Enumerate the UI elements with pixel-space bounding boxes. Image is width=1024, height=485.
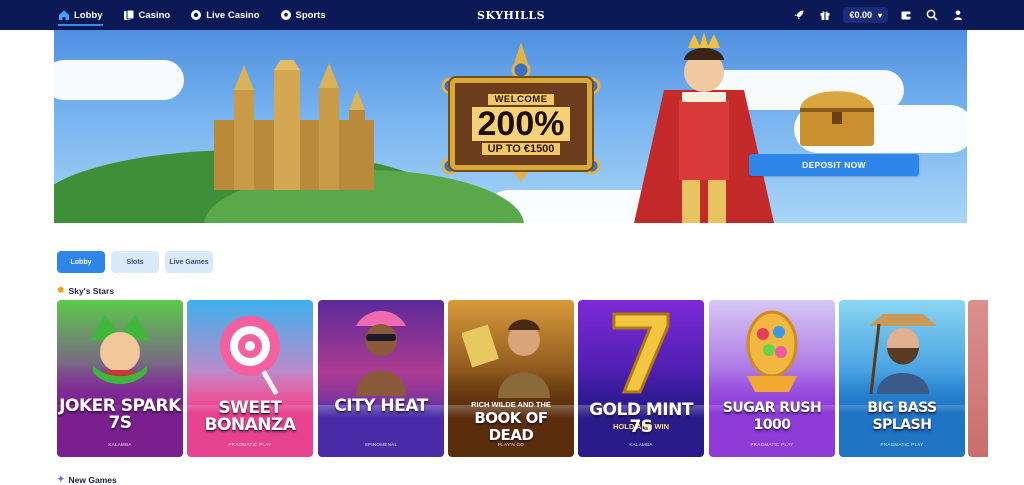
cards-icon xyxy=(123,9,135,21)
nav-item-lobby[interactable]: Lobby xyxy=(58,0,103,30)
tab-label: Slots xyxy=(126,258,144,266)
treasure-chest xyxy=(800,91,874,146)
nav-item-label: Live Casino xyxy=(206,9,260,21)
header-tools: €0.00 ▾ xyxy=(781,0,966,30)
deposit-now-label: DEPOSIT NOW xyxy=(802,160,866,170)
woman-illustration xyxy=(356,311,406,396)
next-game-card-peek[interactable] xyxy=(968,300,988,457)
bonus-percent: 200% xyxy=(471,106,571,141)
nav-item-label: Lobby xyxy=(74,9,103,21)
game-subtitle: RICH WILDE AND THE xyxy=(471,400,551,409)
section-title-text: Sky's Stars xyxy=(68,285,115,296)
game-provider: PRAGMATIC PLAY xyxy=(750,442,794,447)
promo-banner[interactable]: WELCOME 200% UP TO €1500 DEPOSIT NOW xyxy=(54,30,967,223)
castle-illustration xyxy=(214,60,374,190)
game-provider: KALAMBA xyxy=(629,442,653,447)
category-tabs: Lobby Slots Live Games xyxy=(57,251,219,273)
nav-item-live-casino[interactable]: Live Casino xyxy=(190,0,260,30)
nav-item-sports[interactable]: Sports xyxy=(280,0,326,30)
game-provider: PLAY'N GO xyxy=(497,442,525,447)
logo-text: SKYHILLS xyxy=(477,8,546,22)
gumball-machine-illustration xyxy=(746,310,798,392)
home-icon xyxy=(58,9,70,21)
balance-amount: €0.00 xyxy=(849,10,872,20)
game-card-joker-spark-7s[interactable]: JOKER SPARK 7S KALAMBA xyxy=(57,300,183,457)
games-carousel: JOKER SPARK 7S KALAMBA SWEET BONANZA PRA… xyxy=(57,300,997,457)
top-navigation-bar: Lobby Casino Live Casino Sports SKYHILLS xyxy=(0,0,1024,30)
section-title-skys-stars: ✹ Sky's Stars xyxy=(57,285,114,296)
game-provider: PRAGMATIC PLAY xyxy=(880,442,924,447)
balance-dropdown[interactable]: €0.00 ▾ xyxy=(843,7,888,23)
game-title: SUGAR RUSH 1000 xyxy=(722,400,822,433)
joker-illustration xyxy=(90,315,150,384)
soccer-ball-icon xyxy=(280,9,292,21)
game-card-sugar-rush-1000[interactable]: SUGAR RUSH 1000 PRAGMATIC PLAY xyxy=(709,300,835,457)
tab-slots[interactable]: Slots xyxy=(111,251,159,273)
site-logo[interactable]: SKYHILLS xyxy=(477,3,546,27)
sun-icon: ✹ xyxy=(57,285,65,295)
game-card-city-heat[interactable]: CITY HEAT SPINOMENAL xyxy=(318,300,444,457)
game-provider: PRAGMATIC PLAY xyxy=(228,442,272,447)
game-provider: KALAMBA xyxy=(108,442,132,447)
game-card-gold-mint-7s[interactable]: GOLD MINT 7S HOLD AND WIN KALAMBA xyxy=(578,300,704,457)
user-icon[interactable] xyxy=(950,7,966,23)
game-provider: SPINOMENAL xyxy=(364,442,398,447)
lollipop-illustration xyxy=(220,316,280,396)
king-character xyxy=(634,32,774,223)
game-title: SWEET BONANZA xyxy=(204,398,296,435)
cloud xyxy=(54,60,184,100)
main-nav: Lobby Casino Live Casino Sports xyxy=(58,0,346,30)
game-title: BOOK OF DEAD xyxy=(474,409,548,444)
tab-label: Live Games xyxy=(169,258,209,266)
golden-seven-illustration xyxy=(612,312,670,394)
tab-label: Lobby xyxy=(70,258,92,266)
game-title: CITY HEAT xyxy=(334,396,428,416)
nav-item-label: Sports xyxy=(295,9,326,21)
game-card-sweet-bonanza[interactable]: SWEET BONANZA PRAGMATIC PLAY xyxy=(187,300,313,457)
deposit-now-button[interactable]: DEPOSIT NOW xyxy=(749,154,919,176)
rocket-icon[interactable] xyxy=(791,7,807,23)
tab-lobby[interactable]: Lobby xyxy=(57,251,105,273)
live-icon xyxy=(190,9,202,21)
fisherman-illustration xyxy=(869,314,937,394)
tab-live-games[interactable]: Live Games xyxy=(165,251,213,273)
welcome-bonus-sign: WELCOME 200% UP TO €1500 xyxy=(432,42,610,182)
welcome-text: WELCOME xyxy=(488,93,554,105)
bonus-upto: UP TO €1500 xyxy=(481,142,561,155)
sign-board: WELCOME 200% UP TO €1500 xyxy=(450,78,592,170)
chevron-down-icon: ▾ xyxy=(877,10,882,20)
search-icon[interactable] xyxy=(924,7,940,23)
wallet-icon[interactable] xyxy=(898,7,914,23)
game-title: JOKER SPARK 7S xyxy=(59,396,181,433)
game-card-big-bass-splash[interactable]: BIG BASS SPLASH PRAGMATIC PLAY xyxy=(839,300,965,457)
rich-wilde-illustration xyxy=(462,319,550,398)
gift-icon[interactable] xyxy=(817,7,833,23)
game-title: BIG BASS SPLASH xyxy=(867,400,937,433)
game-card-book-of-dead[interactable]: RICH WILDE AND THE BOOK OF DEAD PLAY'N G… xyxy=(448,300,574,457)
nav-item-casino[interactable]: Casino xyxy=(123,0,171,30)
nav-item-label: Casino xyxy=(138,9,171,21)
game-subtitle: HOLD AND WIN xyxy=(613,422,669,431)
